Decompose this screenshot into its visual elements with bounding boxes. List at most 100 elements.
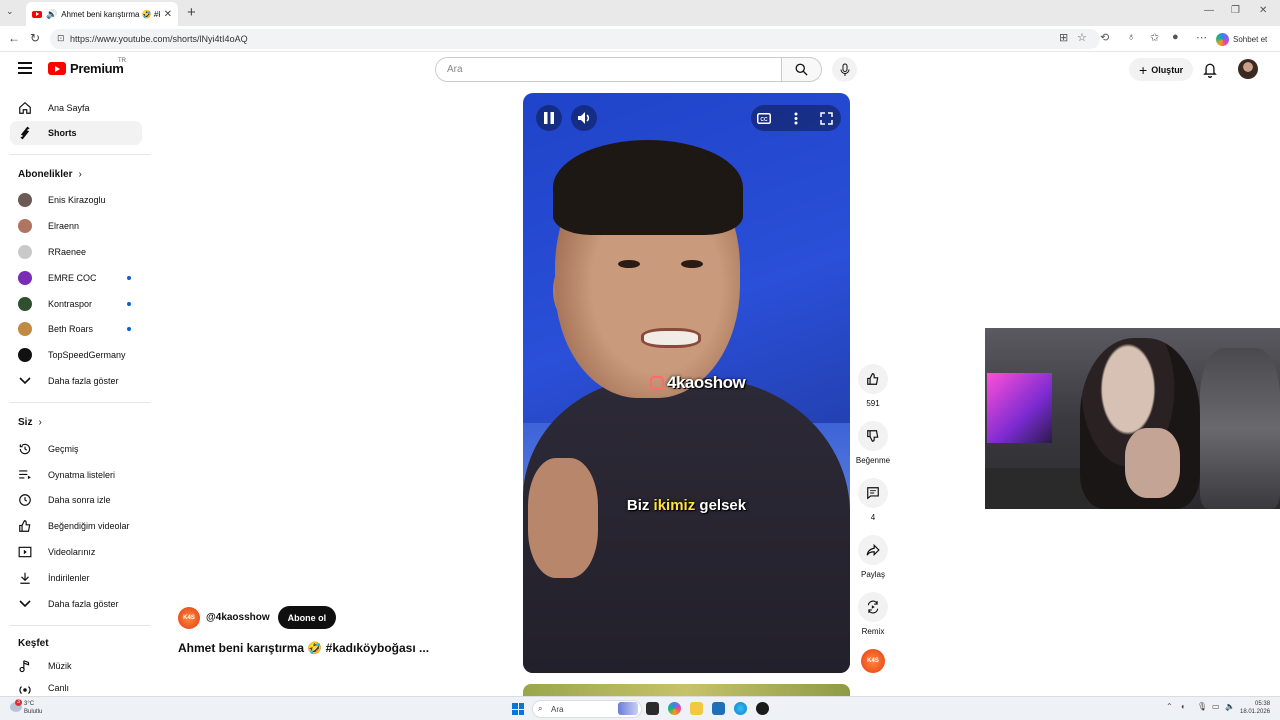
search-icon: ⌕ [538,704,543,713]
task-view-icon[interactable] [646,702,659,715]
sidebar-item-watch-later[interactable]: Daha sonra izle [10,488,142,512]
search-button[interactable] [781,57,822,82]
sidebar-item-label: Beğendiğim videolar [48,521,130,531]
tray-app-icon[interactable]: ◐ [1181,702,1186,711]
settings-more-icon[interactable]: ⋯ [1196,31,1207,44]
sidebar-item-live[interactable]: Canlı [10,680,142,694]
divider [10,625,150,626]
refresh-icon[interactable]: ↻ [30,31,40,45]
sidebar-item-sub[interactable]: TopSpeedGermany [10,343,142,367]
hamburger-menu-icon[interactable] [18,62,32,74]
pause-button[interactable] [536,105,562,131]
sound-channel-avatar[interactable]: K4S [861,649,885,673]
browser-tab[interactable]: 🔊 Ahmet beni karıştırma 🤣 #ka ✕ [26,2,178,26]
divider [10,154,150,155]
new-tab-icon[interactable]: + [187,4,196,21]
sidebar-item-sub[interactable]: EMRE COC [10,266,142,290]
subscriptions-heading[interactable]: Abonelikler › [18,169,82,180]
account-avatar[interactable] [1238,59,1258,79]
sidebar-item-sub[interactable]: Kontraspor [10,292,142,316]
history-icon [18,442,32,456]
youtube-premium-logo[interactable]: Premium TR [48,58,126,76]
weather-temp: 3°C [24,701,35,707]
subscribe-button[interactable]: Abone ol [277,606,337,629]
weather-widget[interactable]: 3°C Bulutlu [24,700,42,716]
sidebar-item-sub[interactable]: Elraenn [10,214,142,238]
sidebar-item-history[interactable]: Geçmiş [10,437,142,461]
url-field[interactable]: ⊡ https://www.youtube.com/shorts/lNyi4tI… [50,29,1100,49]
store-icon[interactable] [712,702,725,715]
chevron-down-icon [18,374,32,388]
share-action[interactable]: Paylaş [855,535,891,579]
clock-time: 05:38 [1255,701,1271,707]
restore-icon[interactable]: ❐ [1231,5,1240,16]
shorts-video-player[interactable]: CC 4kaoshow Biz ikimiz gelsek [523,93,850,673]
volume-button[interactable] [571,105,597,131]
more-options-icon[interactable] [789,111,803,125]
sidebar-item-sub[interactable]: RRaenee [10,240,142,264]
search-highlight-icon[interactable] [618,702,638,715]
country-code: TR [118,58,126,64]
tray-overflow-icon[interactable]: ⌃ [1166,702,1173,711]
sidebar-item-downloads[interactable]: İndirilenler [10,566,142,590]
webcam-gaming-chair [1200,348,1280,509]
extensions-icon[interactable]: ⟲ [1100,31,1109,44]
create-button[interactable]: + Oluştur [1129,58,1194,81]
windows-start-icon[interactable] [512,703,524,715]
you-heading[interactable]: Siz › [18,417,42,428]
comment-action[interactable]: 4 [855,478,891,522]
remix-button[interactable] [858,592,888,622]
taskbar-search-label: Ara [551,704,564,714]
sidebar-item-sub[interactable]: Enis Kirazoglu [10,188,142,212]
favorites-icon[interactable]: ✩ [1150,31,1159,44]
app-icon[interactable] [756,702,769,715]
browser-essentials-icon[interactable]: ♁ [1127,31,1135,43]
search-input[interactable]: Ara [435,57,782,82]
app-available-icon[interactable]: ⊞ [1059,31,1068,44]
channel-handle[interactable]: @4kaosshow [206,612,270,623]
site-info-icon[interactable]: ⊡ [57,33,65,44]
closed-captions-icon[interactable]: CC [757,111,771,125]
tray-mic-icon[interactable]: 🎙 [1197,702,1207,711]
next-short-preview[interactable] [523,684,850,696]
copilot-button[interactable]: Sohbet et [1216,30,1267,48]
volume-icon[interactable]: 🔈 [1225,702,1235,711]
back-icon[interactable]: ← [8,31,20,45]
like-action[interactable]: 591 [855,364,891,408]
close-tab-icon[interactable]: ✕ [164,9,172,20]
video-title[interactable]: Ahmet beni karıştırma 🤣 #kadıköyboğası .… [178,641,429,655]
sidebar-item-sub[interactable]: Beth Roars [10,317,142,341]
minimize-icon[interactable]: — [1204,5,1214,16]
copilot-app-icon[interactable] [668,702,681,715]
sidebar-item-shorts[interactable]: Shorts [10,121,142,145]
dislike-action[interactable]: Beğenme [855,421,891,465]
notifications-bell-icon[interactable] [1202,61,1218,78]
sidebar-item-music[interactable]: Müzik [10,654,142,678]
fullscreen-icon[interactable] [819,111,833,125]
speaker-icon[interactable]: 🔊 [46,9,57,20]
taskbar-clock[interactable]: 05:38 18.01.2026 [1240,700,1270,716]
profile-icon[interactable]: ● [1172,31,1179,43]
sidebar-item-liked[interactable]: Beğendiğim videolar [10,514,142,538]
comment-button[interactable] [858,478,888,508]
sidebar-item-label: Kontraspor [48,299,93,309]
close-window-icon[interactable]: ✕ [1259,5,1267,16]
edge-browser-icon[interactable] [734,702,747,715]
sidebar-item-playlists[interactable]: Oynatma listeleri [10,463,142,487]
network-icon[interactable]: ▭ [1212,702,1220,711]
like-button[interactable] [858,364,888,394]
show-more-you[interactable]: Daha fazla göster [10,592,142,616]
favorite-star-icon[interactable]: ☆ [1077,31,1087,44]
sidebar-item-your-videos[interactable]: Videolarınız [10,540,142,564]
chevron-right-icon: › [38,417,42,428]
remix-action[interactable]: Remix [855,592,891,636]
sidebar-item-home[interactable]: Ana Sayfa [10,96,142,120]
file-explorer-icon[interactable] [690,702,703,715]
tab-actions-icon[interactable]: ⌄ [6,6,14,17]
show-more-subscriptions[interactable]: Daha fazla göster [10,369,142,393]
dislike-button[interactable] [858,421,888,451]
channel-avatar[interactable]: K4S [178,606,200,629]
sidebar-item-label: İndirilenler [48,573,90,583]
share-button[interactable] [858,535,888,565]
voice-search-button[interactable] [832,57,857,82]
